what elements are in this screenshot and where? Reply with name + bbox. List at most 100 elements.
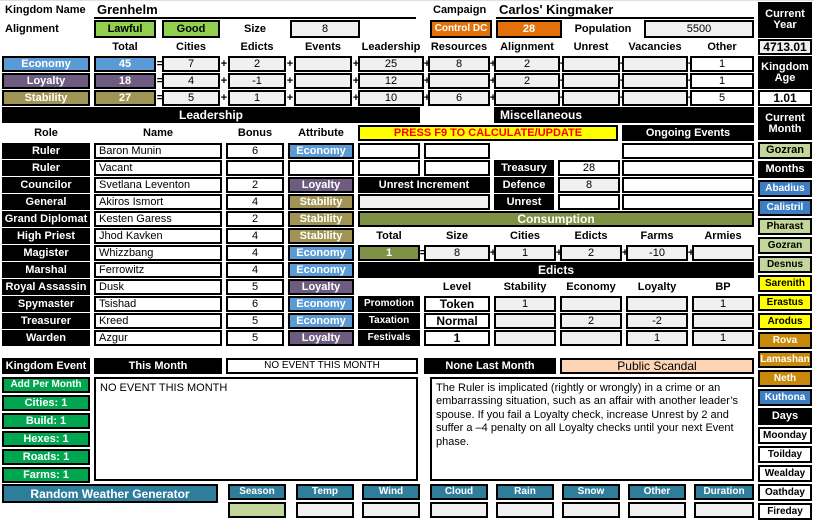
ongoing-event-2[interactable] — [622, 177, 754, 193]
current-month-value[interactable]: Gozran — [758, 142, 812, 159]
weather-value-rain[interactable] — [496, 502, 554, 518]
consumption-size[interactable]: 8 — [424, 245, 490, 261]
misc-blank-b0[interactable] — [424, 143, 490, 159]
misc-blank-b1[interactable] — [424, 160, 490, 176]
month-pharast[interactable]: Pharast — [758, 218, 812, 235]
edict-level-promotion[interactable]: Token — [424, 296, 490, 312]
leadership-attribute-11[interactable]: Loyalty — [288, 330, 354, 346]
add-per-month-roads[interactable]: Roads: 1 — [2, 449, 90, 465]
stat-edicts-economy[interactable]: 2 — [228, 56, 286, 72]
leadership-bonus-4[interactable]: 2 — [226, 211, 284, 227]
stat-resources-loyalty[interactable] — [428, 73, 490, 89]
leadership-name-0[interactable]: Baron Munin — [94, 143, 222, 159]
stat-events-economy[interactable] — [294, 56, 352, 72]
stat-cities-economy[interactable]: 7 — [162, 56, 220, 72]
stat-edicts-stability[interactable]: 1 — [228, 90, 286, 106]
edict-bp-taxation[interactable] — [692, 313, 754, 329]
leadership-bonus-11[interactable]: 5 — [226, 330, 284, 346]
leadership-bonus-5[interactable]: 4 — [226, 228, 284, 244]
stat-vacancies-stability[interactable] — [622, 90, 688, 106]
campaign-field[interactable]: Carlos' Kingmaker — [496, 2, 754, 19]
edict-stability-promotion[interactable]: 1 — [494, 296, 556, 312]
weather-value-season[interactable] — [228, 502, 286, 518]
leadership-bonus-0[interactable]: 6 — [226, 143, 284, 159]
edict-loyalty-festivals[interactable]: 1 — [626, 330, 688, 346]
stat-events-stability[interactable] — [294, 90, 352, 106]
month-lamashan[interactable]: Lamashan — [758, 351, 812, 368]
unrest-field[interactable] — [558, 194, 620, 210]
kingdom-name-field[interactable]: Grenhelm — [94, 2, 416, 19]
leadership-name-6[interactable]: Whizzbang — [94, 245, 222, 261]
month-sarenith[interactable]: Sarenith — [758, 275, 812, 292]
calculate-banner[interactable]: PRESS F9 TO CALCULATE/UPDATE — [358, 125, 618, 141]
leadership-name-8[interactable]: Dusk — [94, 279, 222, 295]
day-wealday[interactable]: Wealday — [758, 465, 812, 482]
consumption-armies[interactable] — [692, 245, 754, 261]
stat-other-loyalty[interactable]: 1 — [690, 73, 754, 89]
stat-other-economy[interactable]: 1 — [690, 56, 754, 72]
leadership-attribute-4[interactable]: Stability — [288, 211, 354, 227]
leadership-name-7[interactable]: Ferrowitz — [94, 262, 222, 278]
size-field[interactable]: 8 — [290, 20, 360, 38]
edict-economy-promotion[interactable] — [560, 296, 622, 312]
leadership-bonus-1[interactable] — [226, 160, 284, 176]
leadership-bonus-10[interactable]: 5 — [226, 313, 284, 329]
month-desnus[interactable]: Desnus — [758, 256, 812, 273]
leadership-name-9[interactable]: Tsishad — [94, 296, 222, 312]
stat-leadership-economy[interactable]: 25 — [358, 56, 424, 72]
leadership-attribute-9[interactable]: Economy — [288, 296, 354, 312]
month-calistril[interactable]: Calistril — [758, 199, 812, 216]
stat-unrest-stability[interactable] — [562, 90, 620, 106]
stat-cities-loyalty[interactable]: 4 — [162, 73, 220, 89]
leadership-attribute-1[interactable] — [288, 160, 354, 176]
stat-unrest-loyalty[interactable] — [562, 73, 620, 89]
misc-blank-a0[interactable] — [358, 143, 420, 159]
this-month-value[interactable]: NO EVENT THIS MONTH — [226, 358, 418, 374]
stat-alignment-stability[interactable] — [494, 90, 560, 106]
consumption-edicts[interactable]: 2 — [560, 245, 622, 261]
weather-value-temp[interactable] — [296, 502, 354, 518]
stat-vacancies-loyalty[interactable] — [622, 73, 688, 89]
control-dc-field[interactable]: 28 — [496, 20, 562, 38]
edict-stability-festivals[interactable] — [494, 330, 556, 346]
leadership-bonus-8[interactable]: 5 — [226, 279, 284, 295]
leadership-name-4[interactable]: Kesten Garess — [94, 211, 222, 227]
ongoing-event-0[interactable] — [622, 143, 754, 159]
leadership-name-10[interactable]: Kreed — [94, 313, 222, 329]
event-description[interactable]: The Ruler is implicated (rightly or wron… — [430, 377, 754, 481]
ongoing-event-3[interactable] — [622, 194, 754, 210]
stat-edicts-loyalty[interactable]: -1 — [228, 73, 286, 89]
leadership-name-1[interactable]: Vacant — [94, 160, 222, 176]
day-toilday[interactable]: Toilday — [758, 446, 812, 463]
leadership-bonus-2[interactable]: 2 — [226, 177, 284, 193]
treasury-field[interactable]: 28 — [558, 160, 620, 176]
month-gozran[interactable]: Gozran — [758, 237, 812, 254]
month-erastus[interactable]: Erastus — [758, 294, 812, 311]
month-arodus[interactable]: Arodus — [758, 313, 812, 330]
leadership-name-5[interactable]: Jhod Kavken — [94, 228, 222, 244]
leadership-bonus-3[interactable]: 4 — [226, 194, 284, 210]
unrest-increment-field[interactable] — [358, 194, 490, 210]
stat-alignment-loyalty[interactable]: 2 — [494, 73, 560, 89]
edict-stability-taxation[interactable] — [494, 313, 556, 329]
kingdom-age-value[interactable]: 1.01 — [758, 90, 812, 106]
weather-value-duration[interactable] — [694, 502, 754, 518]
weather-value-wind[interactable] — [362, 502, 420, 518]
event-log-textarea[interactable]: NO EVENT THIS MONTH — [94, 377, 418, 481]
leadership-name-3[interactable]: Akiros Ismort — [94, 194, 222, 210]
misc-blank-a1[interactable] — [358, 160, 420, 176]
stat-unrest-economy[interactable] — [562, 56, 620, 72]
alignment-lawchaos-field[interactable]: Lawful — [94, 20, 156, 38]
leadership-attribute-8[interactable]: Loyalty — [288, 279, 354, 295]
leadership-attribute-2[interactable]: Loyalty — [288, 177, 354, 193]
add-per-month-cities[interactable]: Cities: 1 — [2, 395, 90, 411]
alignment-goodevil-field[interactable]: Good — [162, 20, 220, 38]
edict-bp-festivals[interactable]: 1 — [692, 330, 754, 346]
edict-loyalty-taxation[interactable]: -2 — [626, 313, 688, 329]
add-per-month-farms[interactable]: Farms: 1 — [2, 467, 90, 483]
month-neth[interactable]: Neth — [758, 370, 812, 387]
weather-value-other[interactable] — [628, 502, 686, 518]
leadership-bonus-7[interactable]: 4 — [226, 262, 284, 278]
leadership-name-11[interactable]: Azgur — [94, 330, 222, 346]
population-field[interactable]: 5500 — [644, 20, 754, 38]
